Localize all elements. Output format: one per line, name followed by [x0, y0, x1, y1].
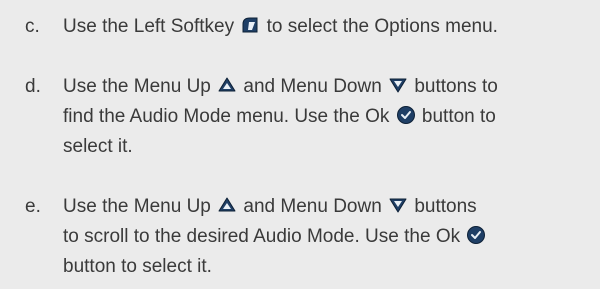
menu-down-icon	[388, 195, 408, 215]
text-fragment: Use the Menu Up	[63, 76, 211, 97]
text-line: Use the Menu Up and Menu Down buttons to	[63, 72, 598, 102]
text-line: Use the Menu Up and Menu Down buttons	[63, 192, 598, 222]
text-fragment: and Menu Down	[243, 196, 382, 217]
text-fragment: button to	[421, 106, 496, 127]
menu-up-icon	[217, 195, 237, 215]
step-marker: d.	[25, 76, 41, 97]
step-text: Use the Menu Up and Menu Down buttons to…	[63, 72, 598, 162]
step-marker: e.	[25, 196, 41, 217]
menu-down-icon	[388, 75, 408, 95]
text-line: find the Audio Mode menu. Use the Ok but…	[63, 102, 598, 132]
softkey-icon	[240, 15, 260, 35]
text-line: select it.	[63, 132, 598, 162]
text-fragment: button to select it.	[63, 256, 212, 277]
ok-icon	[466, 225, 486, 245]
text-fragment: Use the Left Softkey	[63, 16, 235, 37]
step-text: Use the Menu Up and Menu Down buttons to…	[63, 192, 598, 282]
text-fragment: and Menu Down	[243, 76, 382, 97]
text-fragment: to scroll to the desired Audio Mode. Use…	[63, 226, 461, 247]
step-text: Use the Left Softkey to select the Optio…	[63, 12, 598, 42]
text-fragment: buttons	[414, 196, 477, 217]
text-fragment: Use the Menu Up	[63, 196, 211, 217]
text-fragment: buttons to	[414, 76, 498, 97]
menu-up-icon	[217, 75, 237, 95]
text-fragment: to select the Options menu.	[266, 16, 498, 37]
text-fragment: find the Audio Mode menu. Use the Ok	[63, 106, 390, 127]
text-line: to scroll to the desired Audio Mode. Use…	[63, 222, 598, 252]
step-marker: c.	[25, 16, 40, 37]
text-line: button to select it.	[63, 252, 598, 282]
text-fragment: select it.	[63, 136, 133, 157]
ok-icon	[396, 105, 416, 125]
text-line: Use the Left Softkey to select the Optio…	[63, 12, 598, 42]
